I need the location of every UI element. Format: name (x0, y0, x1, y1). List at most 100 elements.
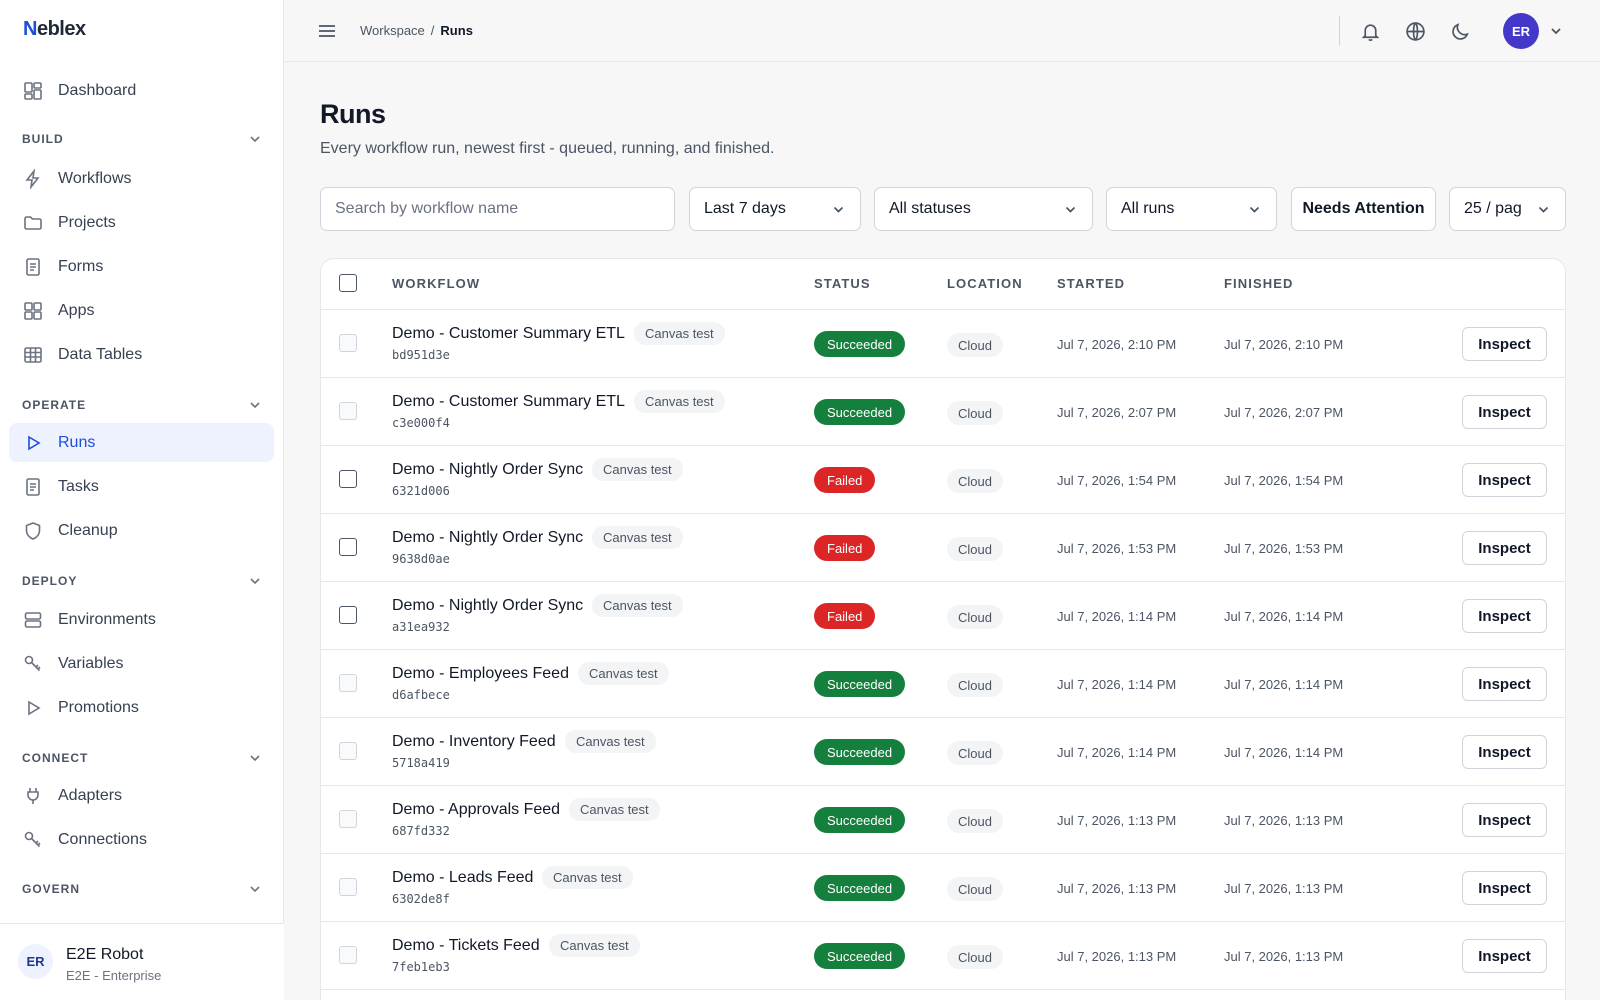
table-row[interactable]: Demo - Customer Summary ETL Canvas test … (321, 310, 1565, 378)
topbar: Workspace / Runs ER (284, 0, 1600, 62)
row-checkbox[interactable] (339, 470, 357, 488)
inspect-button[interactable]: Inspect (1462, 735, 1547, 769)
inspect-button[interactable]: Inspect (1462, 599, 1547, 633)
inspect-button[interactable]: Inspect (1462, 803, 1547, 837)
inspect-button[interactable]: Inspect (1462, 871, 1547, 905)
workflow-name[interactable]: Demo - Employees Feed (392, 665, 569, 683)
row-checkbox[interactable] (339, 674, 357, 692)
sidebar-item-promotions[interactable]: Promotions (9, 688, 274, 727)
moon-icon[interactable] (1448, 19, 1472, 43)
section-operate[interactable]: OPERATE (22, 395, 262, 415)
inspect-button[interactable]: Inspect (1462, 395, 1547, 429)
brand-logo-mark: N (23, 18, 37, 40)
location-badge: Cloud (947, 741, 1003, 765)
sidebar-item-runs[interactable]: Runs (9, 423, 274, 462)
workflow-name[interactable]: Demo - Tickets Feed (392, 937, 540, 955)
chevron-down-icon (250, 755, 260, 762)
bell-icon[interactable] (1358, 19, 1382, 43)
column-header-finished[interactable]: FINISHED (1224, 276, 1293, 291)
sidebar-item-forms[interactable]: Forms (9, 247, 274, 286)
workflow-name[interactable]: Demo - Nightly Order Sync (392, 597, 583, 615)
sidebar-item-label: Forms (58, 257, 104, 275)
sidebar-item-data-tables[interactable]: Data Tables (9, 335, 274, 374)
section-label: OPERATE (22, 398, 87, 412)
date-range-select[interactable]: Last 7 days (689, 187, 861, 231)
table-row[interactable]: Demo - Employees Feed Canvas test d6afbe… (321, 650, 1565, 718)
location-badge: Cloud (947, 673, 1003, 697)
brand-logo[interactable]: Neblex (23, 18, 86, 41)
chevron-down-icon (250, 402, 260, 409)
runs-select[interactable]: All runs (1106, 187, 1277, 231)
workflow-name[interactable]: Demo - Customer Summary ETL (392, 325, 625, 343)
sidebar-item-dashboard[interactable]: Dashboard (9, 71, 274, 110)
sidebar-item-tasks[interactable]: Tasks (9, 467, 274, 506)
table-row[interactable]: Demo - Nightly Order Sync Canvas test a3… (321, 582, 1565, 650)
row-checkbox[interactable] (339, 606, 357, 624)
inspect-button[interactable]: Inspect (1462, 531, 1547, 565)
table-row[interactable]: Demo - Customer Summary ETL Canvas test … (321, 378, 1565, 446)
sidebar-item-projects[interactable]: Projects (9, 203, 274, 242)
inspect-button[interactable]: Inspect (1462, 667, 1547, 701)
shield-icon (23, 521, 43, 541)
user-profile[interactable]: ER E2E Robot E2E - Enterprise (0, 923, 284, 1000)
row-checkbox[interactable] (339, 878, 357, 896)
status-select[interactable]: All statuses (874, 187, 1093, 231)
workflow-name[interactable]: Demo - Leads Feed (392, 869, 533, 887)
breadcrumb-workspace[interactable]: Workspace (360, 23, 425, 38)
column-header-workflow[interactable]: WORKFLOW (392, 276, 480, 291)
table-row[interactable]: Demo - Tickets Feed Canvas test 7feb1eb3… (321, 922, 1565, 990)
sidebar-item-environments[interactable]: Environments (9, 600, 274, 639)
section-connect[interactable]: CONNECT (22, 748, 262, 768)
workflow-name[interactable]: Demo - Inventory Feed (392, 733, 556, 751)
run-id: 7feb1eb3 (392, 960, 450, 974)
sidebar-item-label: Connections (58, 830, 147, 848)
workflow-name[interactable]: Demo - Nightly Order Sync (392, 461, 583, 479)
table-row[interactable]: Demo - Inventory Feed Canvas test 5718a4… (321, 718, 1565, 786)
workflow-name[interactable]: Demo - Customer Summary ETL (392, 393, 625, 411)
user-role: E2E - Enterprise (66, 968, 162, 983)
workflow-tag: Canvas test (569, 798, 660, 821)
sidebar-item-adapters[interactable]: Adapters (9, 776, 274, 815)
workflow-name[interactable]: Demo - Approvals Feed (392, 801, 560, 819)
section-govern[interactable]: GOVERN (22, 879, 262, 899)
date-range-value: Last 7 days (704, 200, 786, 217)
status-badge: Failed (814, 467, 876, 493)
status-badge: Succeeded (814, 399, 906, 425)
select-all-checkbox[interactable] (339, 274, 357, 292)
column-header-started[interactable]: STARTED (1057, 276, 1125, 291)
row-checkbox[interactable] (339, 946, 357, 964)
row-checkbox[interactable] (339, 538, 357, 556)
section-build[interactable]: BUILD (22, 129, 262, 149)
section-deploy[interactable]: DEPLOY (22, 571, 262, 591)
needs-attention-button[interactable]: Needs Attention (1291, 187, 1436, 231)
sidebar-item-label: Environments (58, 610, 156, 628)
sidebar-item-apps[interactable]: Apps (9, 291, 274, 330)
sidebar-item-cleanup[interactable]: Cleanup (9, 511, 274, 550)
sidebar-item-workflows[interactable]: Workflows (9, 159, 274, 198)
chevron-down-icon[interactable] (1548, 23, 1564, 39)
inspect-button[interactable]: Inspect (1462, 327, 1547, 361)
sidebar-item-connections[interactable]: Connections (9, 820, 274, 859)
row-checkbox[interactable] (339, 334, 357, 352)
page-size-select[interactable]: 25 / pag (1449, 187, 1566, 231)
sidebar-nav: Dashboard BUILD Workflows Projects Forms… (0, 68, 284, 923)
sidebar-item-variables[interactable]: Variables (9, 644, 274, 683)
workflow-tag: Canvas test (634, 390, 725, 413)
column-header-status[interactable]: STATUS (814, 276, 871, 291)
table-row[interactable]: Demo - Nightly Order Sync Canvas test 63… (321, 446, 1565, 514)
inspect-button[interactable]: Inspect (1462, 939, 1547, 973)
table-row[interactable]: Demo - Approvals Feed Canvas test 687fd3… (321, 786, 1565, 854)
workflow-name[interactable]: Demo - Nightly Order Sync (392, 529, 583, 547)
menu-icon[interactable] (314, 18, 340, 44)
search-input[interactable] (320, 187, 675, 231)
row-checkbox[interactable] (339, 742, 357, 760)
column-header-location[interactable]: LOCATION (947, 276, 1023, 291)
status-badge: Succeeded (814, 875, 906, 901)
row-checkbox[interactable] (339, 810, 357, 828)
inspect-button[interactable]: Inspect (1462, 463, 1547, 497)
row-checkbox[interactable] (339, 402, 357, 420)
avatar[interactable]: ER (1503, 13, 1539, 49)
globe-icon[interactable] (1403, 19, 1427, 43)
table-row[interactable]: Demo - Leads Feed Canvas test 6302de8f S… (321, 854, 1565, 922)
table-row[interactable]: Demo - Nightly Order Sync Canvas test 96… (321, 514, 1565, 582)
